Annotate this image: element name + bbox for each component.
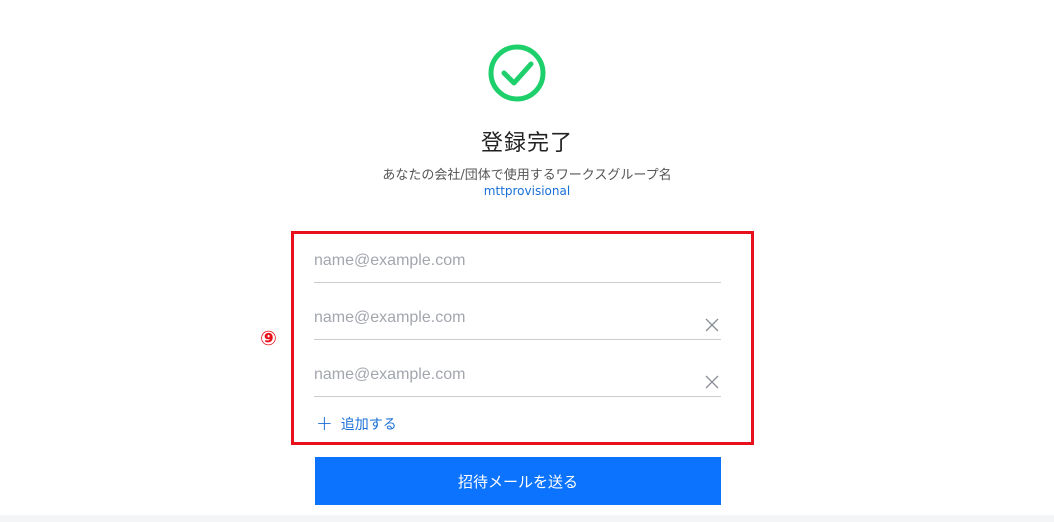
email-input-3[interactable] (314, 357, 684, 393)
check-circle-icon (488, 44, 546, 102)
send-invite-button[interactable]: 招待メールを送る (315, 457, 721, 505)
email-row (314, 357, 721, 397)
email-input-1[interactable] (314, 243, 684, 279)
annotation-step-marker: ⑨ (260, 326, 277, 350)
email-row (314, 243, 721, 283)
footer-divider (0, 515, 1054, 522)
add-email-label: 追加する (340, 417, 397, 433)
email-row (314, 300, 721, 340)
page-title: 登録完了 (480, 131, 573, 156)
plus-icon: + (316, 411, 333, 435)
add-email-link[interactable]: + 追加する (316, 413, 397, 435)
email-input-2[interactable] (314, 300, 684, 336)
close-icon[interactable] (705, 375, 719, 389)
close-icon[interactable] (705, 318, 719, 332)
workspace-name: mttprovisional (483, 184, 571, 198)
workspace-description: あなたの会社/団体で使用するワークスグループ名 (382, 168, 672, 183)
